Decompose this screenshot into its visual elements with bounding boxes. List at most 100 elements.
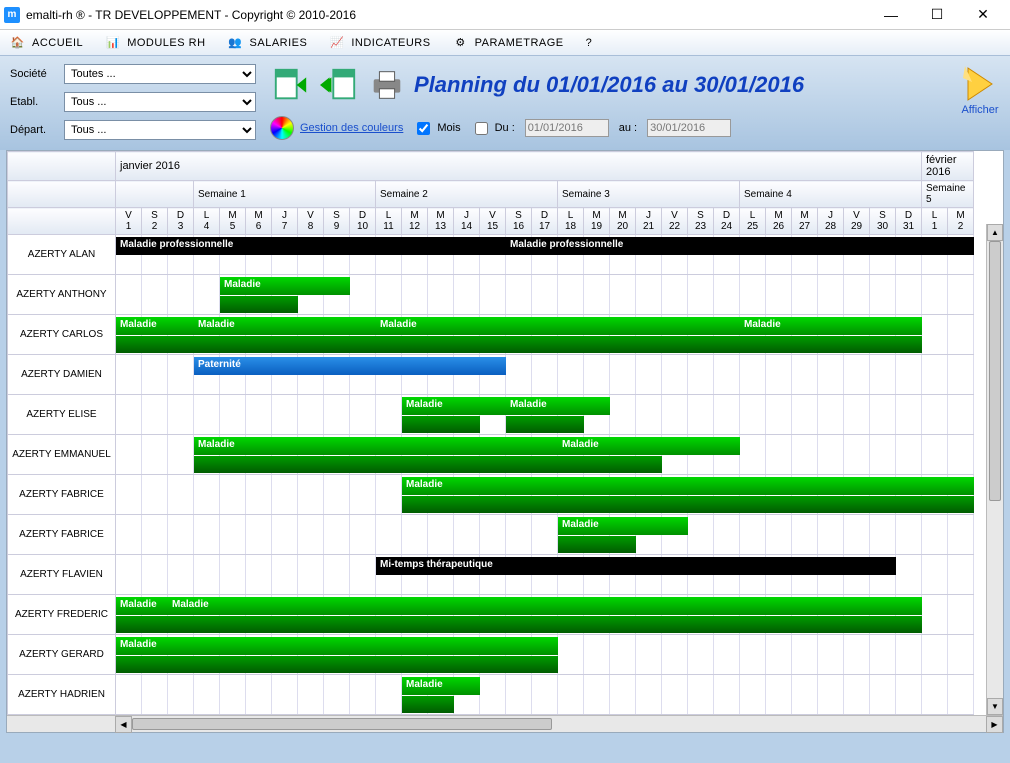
- day-header: S2: [142, 208, 168, 235]
- close-button[interactable]: ✕: [960, 0, 1006, 30]
- absence-bar[interactable]: Maladie: [194, 317, 376, 335]
- absence-bar[interactable]: Maladie: [116, 597, 168, 615]
- home-icon: 🏠: [10, 35, 26, 51]
- planning-table: janvier 2016février 2016Semaine 1Semaine…: [7, 151, 974, 715]
- employee-name: AZERTY FLAVIEN: [8, 555, 116, 595]
- absence-bar[interactable]: Maladie: [194, 437, 558, 455]
- color-wheel-icon: [270, 116, 294, 140]
- day-header: J28: [818, 208, 844, 235]
- absence-bar[interactable]: Maladie professionnelle: [116, 237, 506, 255]
- week-header: Semaine 1: [194, 181, 376, 208]
- table-row: AZERTY ALANMaladie professionnelleMaladi…: [8, 235, 974, 275]
- absence-bar[interactable]: Maladie: [376, 317, 740, 335]
- scroll-left-icon[interactable]: ◀: [115, 716, 132, 733]
- table-row: AZERTY GERARDMaladie: [8, 635, 974, 675]
- week-header: Semaine 3: [558, 181, 740, 208]
- employee-name: AZERTY ANTHONY: [8, 275, 116, 315]
- day-header: M6: [246, 208, 272, 235]
- du-checkbox-wrap[interactable]: Du :: [471, 119, 515, 138]
- societe-select[interactable]: Toutes ...: [64, 64, 256, 84]
- color-management-link[interactable]: Gestion des couleurs: [270, 116, 403, 140]
- absence-bar[interactable]: Maladie: [740, 317, 922, 335]
- horizontal-scrollbar[interactable]: ◀ ▶: [7, 715, 1003, 732]
- menu-accueil[interactable]: 🏠 ACCUEIL: [6, 33, 87, 53]
- table-row: AZERTY EMMANUEL MaladieMaladie: [8, 435, 974, 475]
- filter-panel: Société Toutes ... Etabl. Tous ... Dépar…: [10, 64, 256, 140]
- table-row: AZERTY FLAVIEN Mi-temps thérapeutique: [8, 555, 974, 595]
- menu-salaries[interactable]: 👥 SALARIES: [224, 33, 312, 53]
- day-header: M2: [948, 208, 974, 235]
- minimize-button[interactable]: —: [868, 0, 914, 30]
- employee-name: AZERTY HADRIEN: [8, 675, 116, 715]
- day-header: S9: [324, 208, 350, 235]
- scroll-down-icon[interactable]: ▼: [987, 698, 1003, 715]
- menu-indicateurs-label: INDICATEURS: [351, 37, 430, 49]
- date-from-input[interactable]: [525, 119, 609, 137]
- day-header: D24: [714, 208, 740, 235]
- mois-label: Mois: [437, 122, 460, 134]
- titlebar: m emalti-rh ® - TR DEVELOPPEMENT - Copyr…: [0, 0, 1010, 30]
- absence-bar-overlay: [740, 336, 922, 353]
- afficher-label: Afficher: [961, 104, 998, 116]
- vscroll-thumb[interactable]: [989, 241, 1001, 501]
- scroll-up-icon[interactable]: ▲: [987, 224, 1003, 241]
- day-header: M27: [792, 208, 818, 235]
- print-button[interactable]: [366, 64, 408, 106]
- maximize-button[interactable]: ☐: [914, 0, 960, 30]
- absence-bar[interactable]: Maladie professionnelle: [506, 237, 974, 255]
- absence-bar[interactable]: Maladie: [168, 597, 922, 615]
- next-period-button[interactable]: [318, 64, 360, 106]
- employee-name: AZERTY FABRICE: [8, 515, 116, 555]
- absence-bar-overlay: [220, 296, 298, 313]
- absence-bar[interactable]: Maladie: [558, 517, 688, 535]
- absence-bar-overlay: [376, 336, 740, 353]
- menu-parametrage[interactable]: ⚙ PARAMETRAGE: [449, 33, 568, 53]
- absence-bar[interactable]: Paternité: [194, 357, 506, 375]
- window-title: emalti-rh ® - TR DEVELOPPEMENT - Copyrig…: [26, 8, 868, 22]
- employee-name: AZERTY GERARD: [8, 635, 116, 675]
- table-row: AZERTY ANTHONY Maladie: [8, 275, 974, 315]
- absence-bar-overlay: [168, 616, 922, 633]
- du-checkbox[interactable]: [475, 122, 488, 135]
- day-header: J21: [636, 208, 662, 235]
- menu-help[interactable]: ?: [582, 35, 597, 51]
- day-header: J7: [272, 208, 298, 235]
- etabl-select[interactable]: Tous ...: [64, 92, 256, 112]
- depart-select[interactable]: Tous ...: [64, 120, 256, 140]
- planning-grid: janvier 2016février 2016Semaine 1Semaine…: [6, 150, 1004, 733]
- menu-modules[interactable]: 📊 MODULES RH: [101, 33, 209, 53]
- color-link-label: Gestion des couleurs: [300, 122, 403, 134]
- scroll-right-icon[interactable]: ▶: [986, 716, 1003, 733]
- absence-bar-overlay: [558, 456, 662, 473]
- indicateurs-icon: 📈: [329, 35, 345, 51]
- absence-bar[interactable]: Maladie: [116, 637, 558, 655]
- absence-bar[interactable]: Maladie: [558, 437, 740, 455]
- date-to-input[interactable]: [647, 119, 731, 137]
- hscroll-thumb[interactable]: [132, 718, 552, 730]
- week-header: Semaine 2: [376, 181, 558, 208]
- employee-name: AZERTY EMMANUEL: [8, 435, 116, 475]
- absence-bar[interactable]: Maladie: [220, 277, 350, 295]
- absence-bar[interactable]: Maladie: [402, 397, 506, 415]
- week-header: Semaine 5: [922, 181, 974, 208]
- vertical-scrollbar[interactable]: ▲ ▼: [986, 224, 1003, 715]
- mois-checkbox-wrap[interactable]: Mois: [413, 119, 460, 138]
- day-header: M20: [610, 208, 636, 235]
- day-header: S30: [870, 208, 896, 235]
- depart-label: Départ.: [10, 124, 58, 136]
- absence-bar[interactable]: Maladie: [402, 677, 480, 695]
- menu-indicateurs[interactable]: 📈 INDICATEURS: [325, 33, 434, 53]
- day-header: D17: [532, 208, 558, 235]
- prev-period-button[interactable]: [270, 64, 312, 106]
- absence-bar[interactable]: Maladie: [506, 397, 610, 415]
- absence-bar[interactable]: Mi-temps thérapeutique: [376, 557, 896, 575]
- absence-bar[interactable]: Maladie: [116, 317, 194, 335]
- mois-checkbox[interactable]: [417, 122, 430, 135]
- afficher-button[interactable]: Afficher: [960, 64, 1000, 116]
- absence-bar-overlay: [402, 416, 480, 433]
- table-row: AZERTY DAMIENPaternité: [8, 355, 974, 395]
- table-row: AZERTY FREDERICMaladieMaladie: [8, 595, 974, 635]
- absence-bar-overlay: [402, 696, 454, 713]
- day-header: M5: [220, 208, 246, 235]
- absence-bar[interactable]: Maladie: [402, 477, 974, 495]
